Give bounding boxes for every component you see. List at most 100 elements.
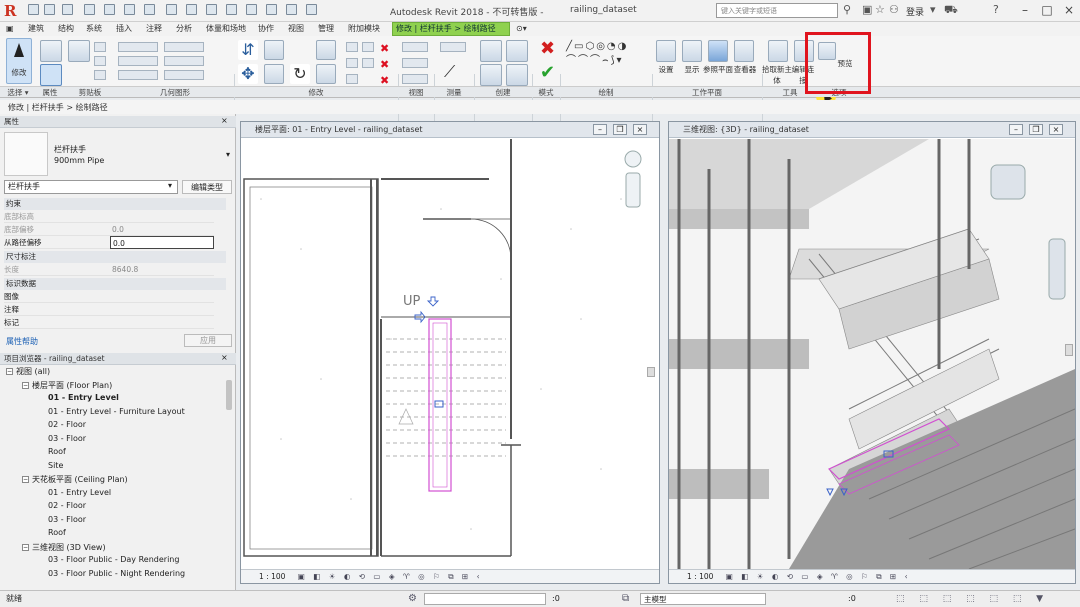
help-icon[interactable]: ? [993, 4, 999, 16]
view3d-control-icons[interactable]: ▣ ◧ ☀ ◐ ⟲ ▭ ◈ ♈ ◎ ⚐ ⧉ ⊞ ‹ [726, 572, 911, 581]
text-icon[interactable] [186, 4, 197, 15]
create-group-icon[interactable] [506, 40, 528, 62]
edit-type-button[interactable]: 编辑类型 [182, 180, 232, 194]
draw-gallery[interactable]: ╱▭⬡◎◔◑ ⌒⌒⌒⌢⟆▾ [566, 40, 648, 84]
user-icon[interactable]: ⚇ [889, 4, 899, 16]
prop-base-level-value[interactable] [110, 210, 214, 223]
browser-scrollbar[interactable] [226, 380, 232, 410]
plan-scale[interactable]: 1 : 100 [259, 572, 285, 581]
collapse-icon[interactable]: − [22, 476, 29, 483]
tab-manage[interactable]: 管理 [318, 22, 334, 36]
prop-base-offset-value[interactable]: 0.0 [110, 223, 214, 236]
cart-icon[interactable]: ⛟ [944, 4, 958, 16]
tab-file[interactable]: ▣ [6, 22, 14, 36]
pick-host-icon[interactable] [768, 40, 788, 62]
browser-item[interactable]: 03 - Floor [48, 434, 86, 443]
rotate-icon[interactable]: ↻ [290, 64, 310, 84]
browser-item[interactable]: 01 - Entry Level - Furniture Layout [48, 407, 185, 416]
3d-scrollbar[interactable] [1065, 344, 1073, 356]
split-icon[interactable] [346, 42, 358, 52]
panel-select[interactable]: 选择 ▾ [0, 86, 36, 97]
star-icon[interactable]: ☆ [875, 4, 885, 16]
3d-view[interactable]: 三维视图: {3D} - railing_dataset – ❐ × 1: 1… [668, 121, 1076, 584]
tab-architecture[interactable]: 建筑 [28, 22, 44, 36]
sync-icon[interactable] [62, 4, 73, 15]
collapse-icon[interactable]: − [6, 368, 13, 375]
hide-icon[interactable] [402, 42, 428, 52]
type-properties-button[interactable] [40, 64, 62, 86]
prop-path-offset-value[interactable]: 0.0 [110, 236, 214, 249]
match-properties-icon[interactable] [94, 70, 106, 80]
cancel-edit-icon[interactable]: ✖ [540, 38, 555, 59]
binoculars-icon[interactable]: ⚲ [843, 4, 851, 16]
apply-button[interactable]: 应用 [184, 334, 232, 347]
group-constraints[interactable]: 约束 [4, 198, 226, 210]
browser-item[interactable]: Site [48, 461, 63, 470]
align-icon[interactable]: ⇵ [238, 40, 258, 60]
instance-selector[interactable]: 栏杆扶手 [4, 180, 178, 194]
offset-icon[interactable] [264, 40, 284, 60]
print-icon[interactable] [124, 4, 135, 15]
view-restore-button[interactable]: ❐ [613, 124, 627, 135]
context-tab-modify-railing[interactable]: 修改 | 栏杆扶手 > 绘制路径 [392, 22, 510, 36]
pin-icon[interactable] [362, 42, 374, 52]
linework-icon[interactable] [402, 74, 428, 84]
modify-button[interactable]: 修改 [6, 38, 32, 84]
search-input[interactable]: 键入关键字或短语 [716, 3, 838, 18]
workset-select[interactable] [424, 593, 546, 605]
panel-toggle-icon[interactable]: ⊙▾ [516, 22, 527, 36]
browser-item[interactable]: 02 - Floor [48, 501, 86, 510]
cut-geometry-icon[interactable] [118, 56, 158, 66]
design-options-icon[interactable]: ⧉ [622, 591, 629, 607]
maximize-button[interactable]: □ [1036, 2, 1058, 18]
section-icon[interactable] [226, 4, 237, 15]
browser-item[interactable]: 01 - Entry Level [48, 393, 119, 402]
scale-icon[interactable] [346, 74, 358, 84]
demolish-icon[interactable] [164, 70, 204, 80]
split-face-icon[interactable] [164, 42, 204, 52]
tab-collaborate[interactable]: 协作 [258, 22, 274, 36]
minimize-button[interactable]: – [1014, 2, 1036, 18]
switch-windows-icon[interactable] [286, 4, 297, 15]
group-dimensions[interactable]: 尺寸标注 [4, 251, 226, 263]
floor-plan-view[interactable]: 楼层平面: 01 - Entry Level - railing_dataset… [240, 121, 660, 584]
cope-icon[interactable] [118, 42, 158, 52]
browser-item[interactable]: 02 - Floor [48, 420, 86, 429]
close-button[interactable]: × [1058, 2, 1080, 18]
view-control-icons[interactable]: ▣ ◧ ☀ ◐ ⟲ ▭ ◈ ♈ ◎ ⚐ ⧉ ⊞ ‹ [298, 572, 483, 581]
plan-scrollbar[interactable] [647, 367, 655, 377]
browser-item[interactable]: − 楼层平面 (Floor Plan) [22, 380, 112, 391]
view-close-button[interactable]: × [633, 124, 647, 135]
override-icon[interactable] [402, 58, 428, 68]
properties-button[interactable] [40, 40, 62, 62]
join-icon[interactable] [118, 70, 158, 80]
create-similar-icon[interactable] [480, 40, 502, 62]
cut-icon[interactable] [94, 42, 106, 52]
tab-insert[interactable]: 插入 [116, 22, 132, 36]
browser-item[interactable]: 03 - Floor Public - Day Rendering [48, 555, 179, 564]
view3d-restore-button[interactable]: ❐ [1029, 124, 1043, 135]
viewer-icon[interactable] [734, 40, 754, 62]
browser-item[interactable]: − 视图 (all) [6, 366, 50, 377]
revit-logo-icon[interactable]: R [4, 2, 22, 20]
browser-item[interactable]: − 天花板平面 (Ceiling Plan) [22, 474, 128, 485]
trim-icon[interactable] [316, 64, 336, 84]
tab-structure[interactable]: 结构 [58, 22, 74, 36]
paint-icon[interactable] [164, 56, 204, 66]
view-minimize-button[interactable]: – [593, 124, 607, 135]
redo-icon[interactable] [104, 4, 115, 15]
copy-element-icon[interactable] [264, 64, 284, 84]
group-identity[interactable]: 标识数据 [4, 278, 226, 290]
delete-icon[interactable]: ✖ [380, 58, 389, 71]
measure-icon[interactable] [144, 4, 155, 15]
view3d-minimize-button[interactable]: – [1009, 124, 1023, 135]
selection-option-icons[interactable]: ⬚ ⬚ ⬚ ⬚ ⬚ ⬚ ▼ [896, 591, 1049, 607]
measure-tool-icon[interactable] [440, 42, 466, 52]
3d-scale[interactable]: 1 : 100 [687, 572, 713, 581]
unpin-icon[interactable] [362, 58, 374, 68]
open-icon[interactable] [28, 4, 39, 15]
close-properties-icon[interactable]: × [221, 116, 228, 125]
copy-icon[interactable] [94, 56, 106, 66]
annotate-icon[interactable] [166, 4, 177, 15]
type-dropdown-icon[interactable]: ▾ [226, 150, 230, 159]
